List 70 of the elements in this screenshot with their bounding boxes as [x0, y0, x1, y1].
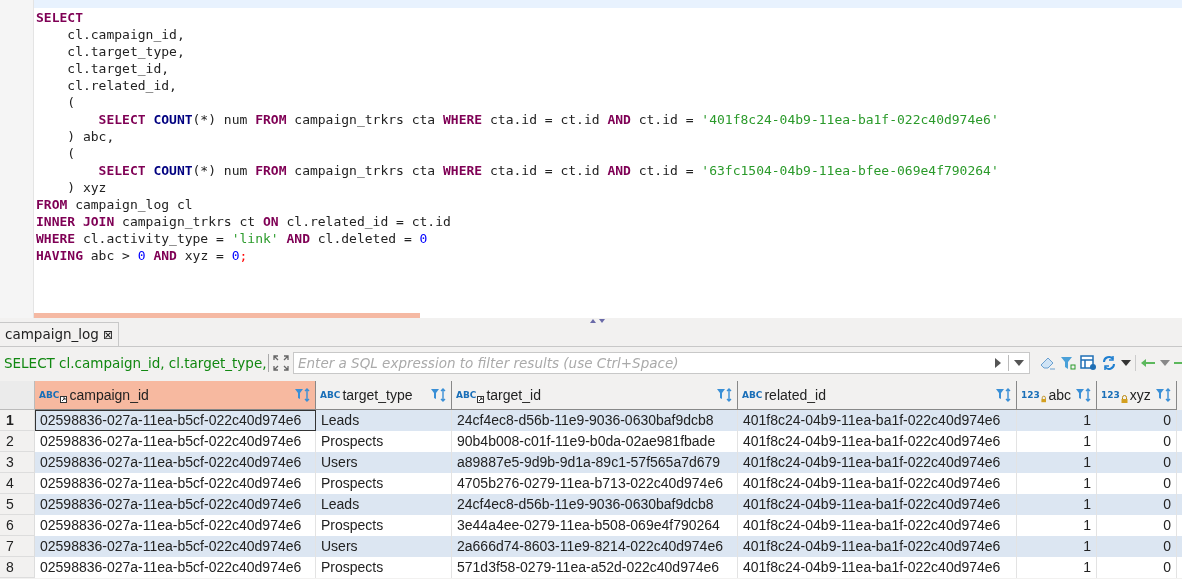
table-cell: 571d3f58-0279-11ea-a52d-022c40d974e6	[452, 557, 738, 578]
code-line: SELECT COUNT(*) num FROM campaign_trkrs cta WHERE cta.id = ct.id AND ct.id = '63fc1504-04b9-11ea-bfee-069e4f790264'	[97, 162, 999, 179]
tab-label: campaign_log	[5, 325, 99, 345]
table-cell: 1	[1017, 557, 1097, 578]
filter-sort-icon[interactable]	[430, 388, 447, 402]
dropdown-icon[interactable]	[1121, 360, 1131, 366]
table-cell: 02598836-027a-11ea-b5cf-022c40d974e6	[35, 557, 316, 578]
code-line: ) xyz	[66, 179, 107, 196]
column-name: campaign_id	[69, 385, 149, 405]
code-line: cl.related_id,	[66, 77, 177, 94]
column-header[interactable]: ABC related_id	[738, 381, 1017, 410]
row-number[interactable]: 4	[0, 473, 35, 494]
row-number[interactable]: 3	[0, 452, 35, 473]
column-header[interactable]: ABC campaign_id	[35, 381, 316, 410]
row-number[interactable]: 8	[0, 557, 35, 578]
link-badge-icon	[477, 396, 485, 403]
code-line: cl.campaign_id,	[66, 26, 185, 43]
type-icon: ABC	[742, 390, 763, 400]
query-text: SELECT cl.campaign_id, cl.target_type,	[3, 353, 268, 373]
column-name: related_id	[764, 385, 826, 405]
code-line: HAVING abc > 0 AND xyz = 0;	[36, 247, 248, 264]
lock-icon	[1120, 395, 1128, 403]
column-name: target_type	[342, 385, 413, 405]
expand-icon[interactable]	[273, 355, 289, 371]
refresh-icon[interactable]	[1101, 355, 1117, 371]
code-line: SELECT	[36, 9, 83, 26]
table-cell: 0	[1097, 557, 1177, 578]
code-line: INNER JOIN campaign_trkrs ct ON cl.related_id = ct.id	[36, 213, 451, 230]
row-number[interactable]: 7	[0, 536, 35, 557]
type-icon: 123	[1101, 390, 1120, 400]
filter-sort-icon[interactable]	[294, 388, 311, 402]
type-icon: ABC	[39, 390, 60, 400]
type-icon: 123	[1021, 390, 1040, 400]
code-line: ) abc,	[66, 128, 115, 145]
type-icon: ABC	[456, 390, 477, 400]
column-header[interactable]: 123 abc	[1017, 381, 1097, 410]
eraser-icon[interactable]	[1040, 356, 1056, 370]
code-line: WHERE cl.activity_type = 'link' AND cl.deleted = 0	[36, 230, 428, 247]
code-line: FROM campaign_log cl	[36, 196, 193, 213]
row-number[interactable]: 5	[0, 494, 35, 515]
column-name: xyz	[1129, 385, 1151, 405]
column-header[interactable]: ABC target_type	[316, 381, 452, 410]
back-arrow-icon[interactable]	[1140, 358, 1156, 368]
filter-icon[interactable]	[1060, 355, 1076, 371]
table-cell: Prospects	[316, 557, 452, 578]
row-number[interactable]: 1	[0, 410, 35, 431]
row-number[interactable]: 2	[0, 431, 35, 452]
table-cell: 401f8c24-04b9-11ea-ba1f-022c40d974e6	[738, 557, 1017, 578]
scrollbar-thumb[interactable]	[34, 313, 420, 318]
code-line: (	[66, 94, 76, 111]
code-line: cl.target_type,	[66, 43, 185, 60]
code-line: cl.target_id,	[66, 60, 170, 77]
filter-sort-icon[interactable]	[716, 388, 733, 402]
close-button[interactable]: ⊠	[102, 325, 113, 344]
code-line: SELECT COUNT(*) num FROM campaign_trkrs cta WHERE cta.id = ct.id AND ct.id = '401f8c24-04b9-11ea-ba1f-022c40d974e6'	[97, 111, 999, 128]
column-header[interactable]: 123 xyz	[1097, 381, 1177, 410]
column-name: abc	[1048, 385, 1071, 405]
table-settings-icon[interactable]	[1080, 355, 1097, 371]
filter-sort-icon[interactable]	[1155, 388, 1172, 402]
column-name: target_id	[486, 385, 541, 405]
results-tab[interactable]: campaign_log ⊠	[0, 322, 119, 346]
link-badge-icon	[60, 396, 68, 403]
type-icon: ABC	[320, 390, 341, 400]
column-header[interactable]: ABC target_id	[452, 381, 738, 410]
table-cell: 02598836-027a-11ea-b5cf-022c40d974e6	[35, 410, 316, 431]
lock-icon	[1040, 395, 1047, 403]
filter-sort-icon[interactable]	[1075, 388, 1092, 402]
code-line: (	[66, 145, 76, 162]
filter-sort-icon[interactable]	[995, 388, 1012, 402]
row-number[interactable]: 6	[0, 515, 35, 536]
